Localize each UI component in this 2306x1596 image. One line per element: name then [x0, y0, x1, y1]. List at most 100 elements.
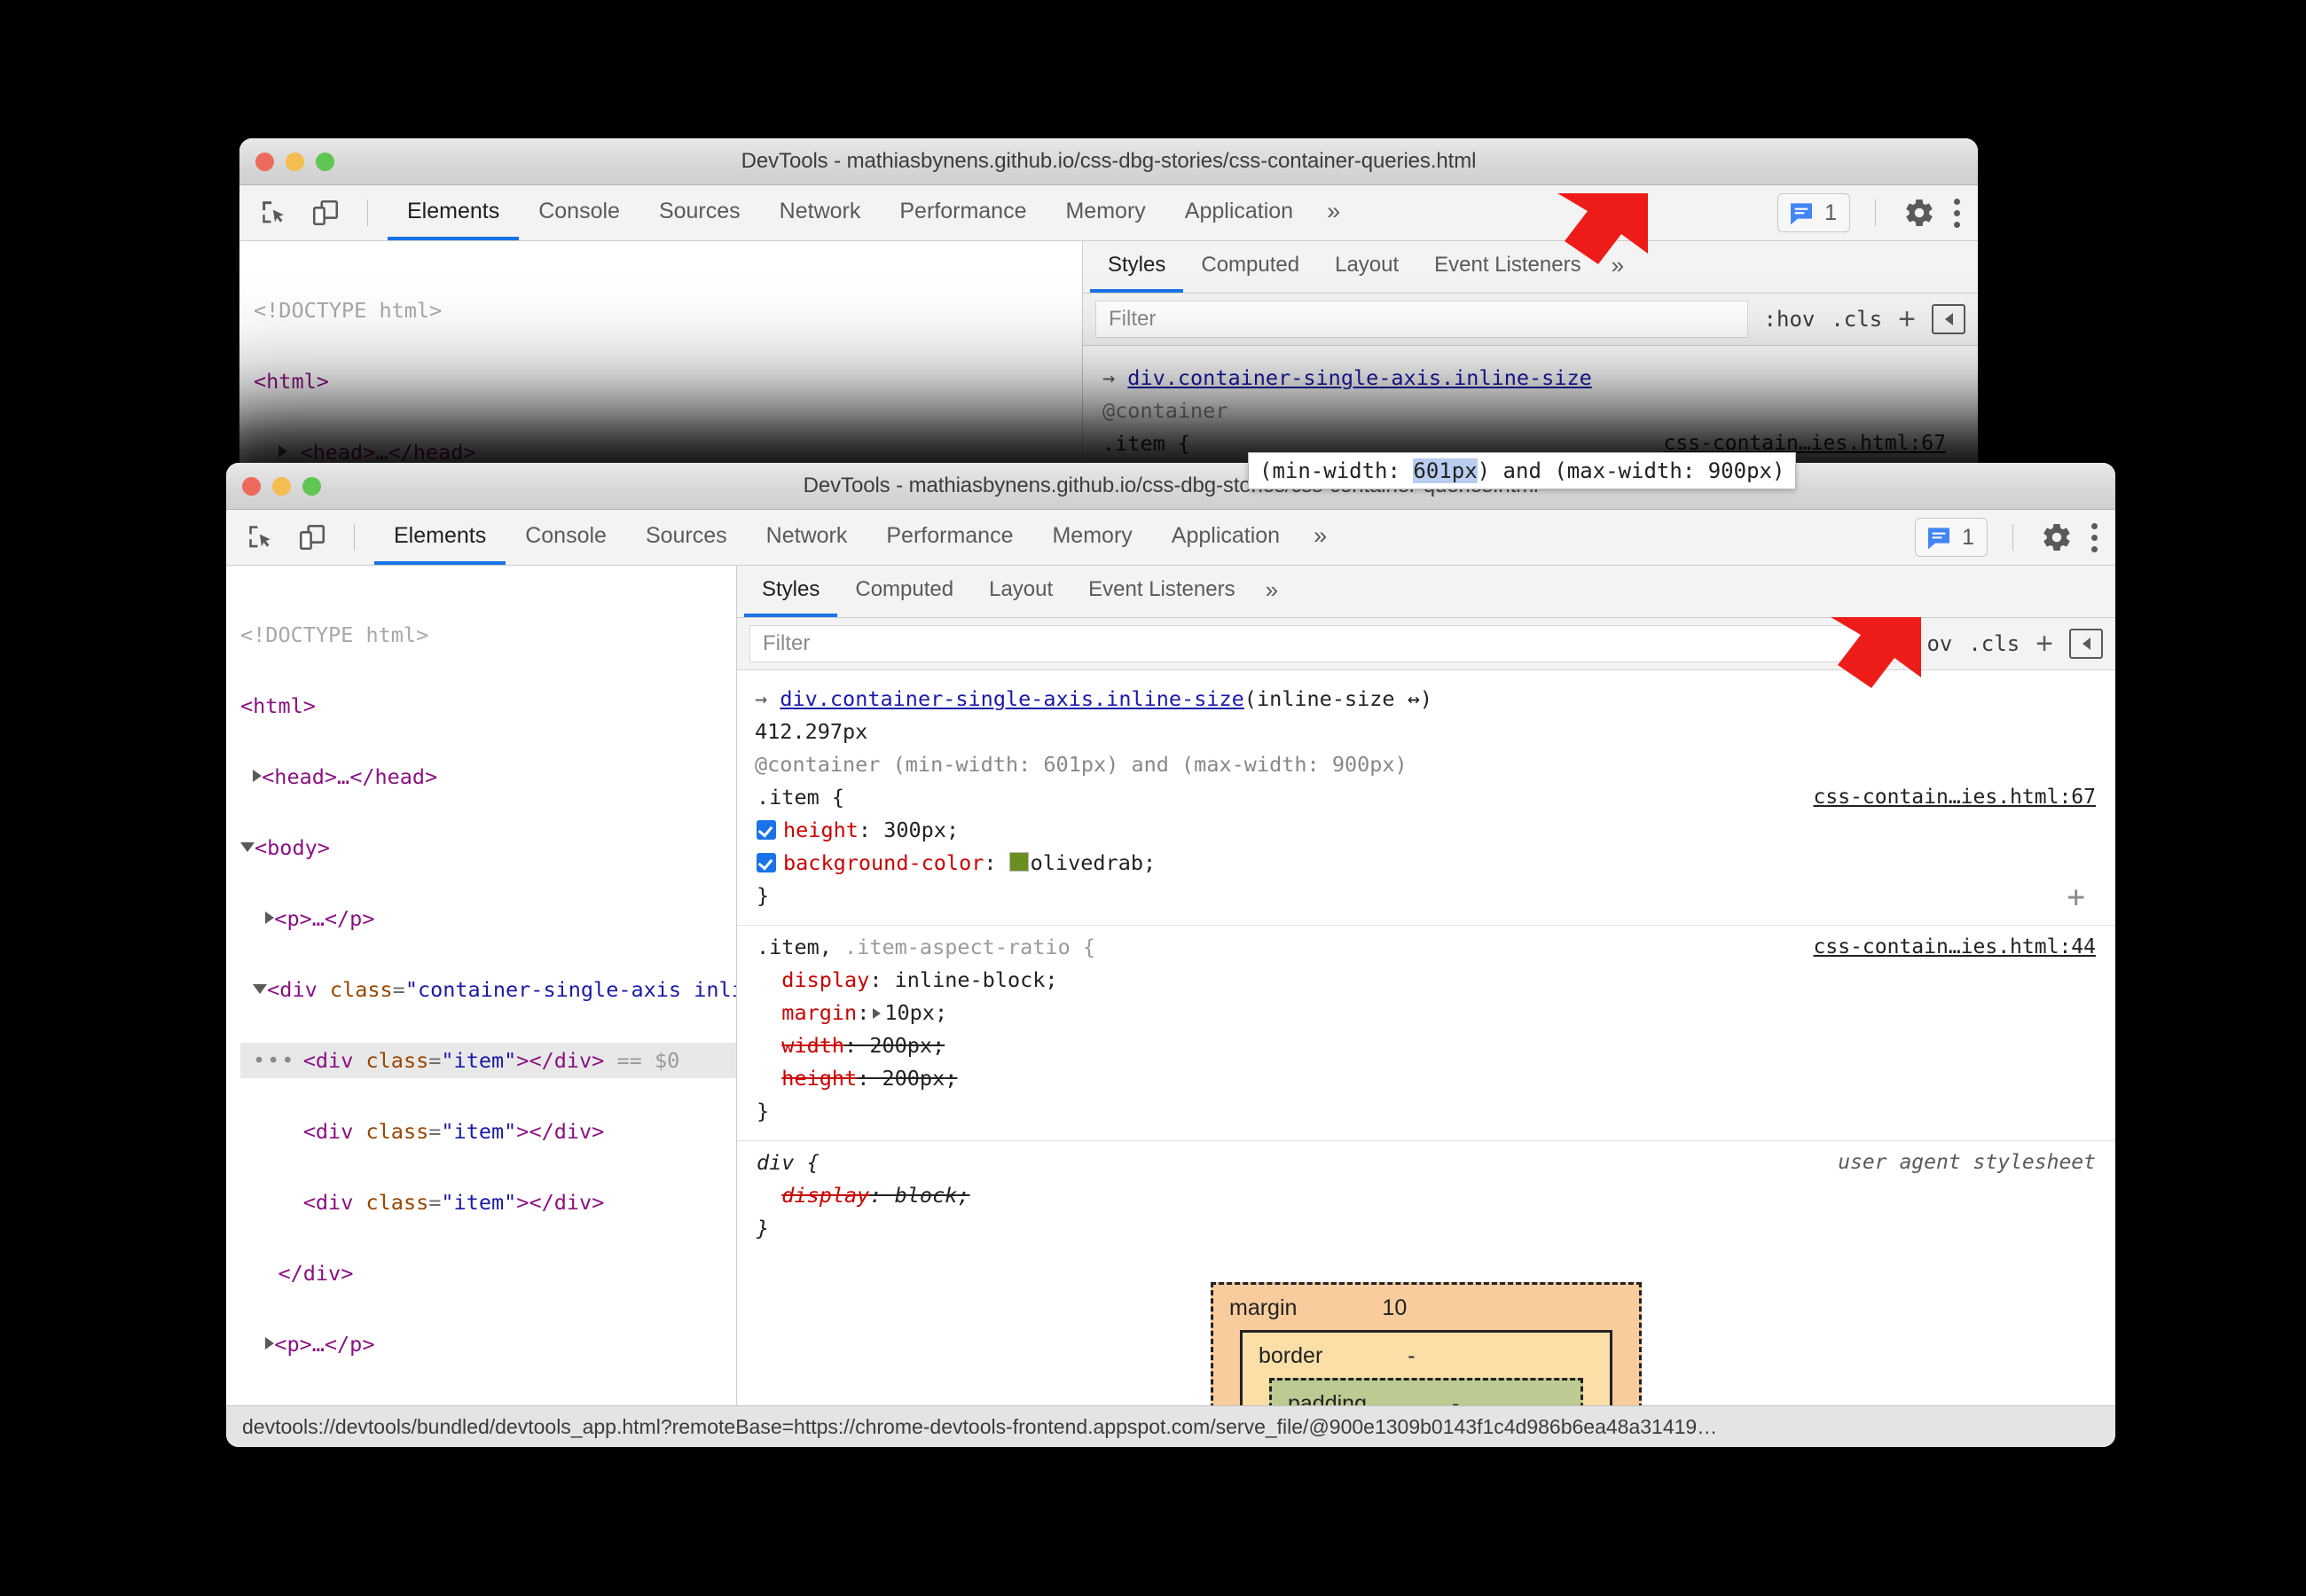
front-dom-tree-pane[interactable]: <!DOCTYPE html> <html> <head>…</head> <b…	[226, 566, 736, 1447]
new-style-rule-button[interactable]: +	[1898, 304, 1916, 334]
inherited-from-line[interactable]: → div.container-single-axis.inline-size	[1102, 362, 1958, 395]
rule-selector-line[interactable]: .item, .item-aspect-ratio { css-contain……	[757, 931, 2096, 964]
more-subtabs-chevron-icon[interactable]: »	[1253, 566, 1290, 617]
subtab-layout[interactable]: Layout	[971, 566, 1071, 617]
tab-network[interactable]: Network	[760, 185, 881, 240]
dom-line-head[interactable]: <head>…</head>	[240, 759, 736, 794]
message-count-badge[interactable]: 1	[1777, 193, 1850, 232]
tab-memory[interactable]: Memory	[1046, 185, 1165, 240]
rule-selector-line[interactable]: div { user agent stylesheet	[757, 1146, 2096, 1179]
dom-line-container-inline-size[interactable]: <div class="container-single-axis inline…	[240, 972, 736, 1007]
expand-shorthand-triangle-icon[interactable]	[873, 1008, 882, 1019]
declaration-property[interactable]: width	[781, 1033, 844, 1058]
dom-line-p2[interactable]: <p>…</p>	[240, 1326, 736, 1362]
rule-selector-line[interactable]: .item { css-contain…ies.html:67	[757, 781, 2096, 814]
dom-line-html-open[interactable]: <html>	[240, 688, 736, 724]
rule-origin-link[interactable]: css-contain…ies.html:67	[1814, 781, 2097, 814]
collapse-triangle-icon[interactable]	[253, 984, 268, 994]
declaration-value[interactable]: inline-block	[895, 967, 1046, 992]
more-tabs-chevron-icon[interactable]: »	[1313, 185, 1354, 240]
declaration-property[interactable]: margin	[781, 1000, 857, 1025]
tab-performance[interactable]: Performance	[880, 185, 1046, 240]
tab-performance[interactable]: Performance	[867, 510, 1032, 565]
computed-sidebar-toggle-icon[interactable]	[2069, 629, 2103, 659]
tab-memory[interactable]: Memory	[1032, 510, 1151, 565]
new-style-rule-button[interactable]: +	[2035, 629, 2053, 659]
more-options-kebab-icon[interactable]	[2091, 522, 2098, 552]
inspect-element-icon[interactable]	[255, 194, 293, 231]
declaration-value[interactable]: 10px	[884, 1000, 935, 1025]
toggle-element-classes-button[interactable]: .cls	[1968, 631, 2020, 656]
inspect-element-icon[interactable]	[242, 519, 279, 556]
front-styles-subtabs[interactable]: Styles Computed Layout Event Listeners »	[737, 566, 2115, 618]
color-swatch-icon[interactable]	[1008, 852, 1029, 872]
declaration-property[interactable]: height	[783, 818, 859, 842]
tab-console[interactable]: Console	[506, 510, 626, 565]
container-selector-link[interactable]: div.container-single-axis.inline-size	[780, 686, 1243, 711]
subtab-styles[interactable]: Styles	[1090, 241, 1184, 293]
tab-elements[interactable]: Elements	[388, 185, 520, 240]
declaration-row[interactable]: display: block;	[757, 1179, 2096, 1212]
dom-line-html-open[interactable]: <html>	[254, 364, 1082, 399]
message-count-badge[interactable]: 1	[1915, 518, 1988, 557]
declaration-value[interactable]: 200px	[882, 1066, 945, 1091]
collapse-triangle-icon[interactable]	[240, 842, 255, 852]
front-panel-tabs[interactable]: Elements Console Sources Network Perform…	[374, 510, 1341, 565]
tab-sources[interactable]: Sources	[626, 510, 747, 565]
computed-sidebar-toggle-icon[interactable]	[1932, 304, 1965, 334]
gear-icon[interactable]	[2038, 519, 2075, 556]
dom-line-body-open[interactable]: <body>	[240, 830, 736, 865]
tab-application[interactable]: Application	[1165, 185, 1313, 240]
declaration-row[interactable]: background-color: olivedrab;	[757, 847, 2096, 880]
box-model-margin-value[interactable]: 10	[1382, 1292, 1407, 1325]
subtab-computed[interactable]: Computed	[837, 566, 971, 617]
styles-filter-input[interactable]: Filter	[749, 625, 1911, 662]
rule-origin-link[interactable]: css-contain…ies.html:44	[1814, 931, 2097, 964]
tab-console[interactable]: Console	[519, 185, 639, 240]
more-options-kebab-icon[interactable]	[1954, 198, 1960, 228]
subtab-styles[interactable]: Styles	[744, 566, 838, 617]
expand-triangle-icon[interactable]	[278, 445, 288, 458]
declaration-value[interactable]: olivedrab	[1031, 850, 1143, 875]
declaration-row[interactable]: height: 200px;	[757, 1062, 2096, 1095]
subtab-computed[interactable]: Computed	[1183, 241, 1317, 293]
declaration-value[interactable]: 300px	[883, 818, 946, 842]
declaration-row[interactable]: height: 300px;	[757, 814, 2096, 847]
declaration-row[interactable]: display: inline-block;	[757, 964, 2096, 997]
toggle-pseudo-states-button[interactable]: :hov	[1764, 307, 1816, 332]
tab-sources[interactable]: Sources	[639, 185, 760, 240]
dom-line-item[interactable]: <div class="item"></div>	[240, 1185, 736, 1220]
declaration-row[interactable]: margin: 10px;	[757, 997, 2096, 1029]
dom-line-item[interactable]: <div class="item"></div>	[240, 1114, 736, 1149]
node-more-icon[interactable]: •••	[253, 1043, 295, 1078]
dom-line-item-selected[interactable]: ••• <div class="item"></div> == $0	[240, 1043, 736, 1078]
device-toolbar-icon[interactable]	[307, 194, 344, 231]
declaration-property[interactable]: display	[781, 1183, 869, 1208]
toggle-element-classes-button[interactable]: .cls	[1831, 307, 1882, 332]
declaration-value[interactable]: 200px	[869, 1033, 932, 1058]
gear-icon[interactable]	[1901, 194, 1938, 231]
declaration-property[interactable]: display	[781, 967, 869, 992]
add-declaration-button[interactable]: +	[2067, 881, 2085, 914]
subtab-layout[interactable]: Layout	[1317, 241, 1416, 293]
front-dom-tree[interactable]: <!DOCTYPE html> <html> <head>…</head> <b…	[226, 566, 736, 1447]
tab-application[interactable]: Application	[1152, 510, 1299, 565]
css-rule-item[interactable]: div { user agent stylesheet display: blo…	[737, 1140, 2115, 1257]
box-model-border-value[interactable]: -	[1408, 1340, 1415, 1373]
declaration-row[interactable]: width: 200px;	[757, 1029, 2096, 1062]
declaration-value[interactable]: block	[895, 1183, 958, 1208]
css-rule-item[interactable]: .item, .item-aspect-ratio { css-contain……	[737, 925, 2115, 1140]
tab-network[interactable]: Network	[747, 510, 867, 565]
declaration-checkbox[interactable]	[757, 820, 776, 840]
styles-filter-input[interactable]: Filter	[1095, 301, 1748, 338]
more-tabs-chevron-icon[interactable]: »	[1299, 510, 1341, 565]
subtab-event-listeners[interactable]: Event Listeners	[1071, 566, 1252, 617]
declaration-property[interactable]: height	[781, 1066, 857, 1091]
declaration-property[interactable]: background-color	[783, 850, 984, 875]
back-panel-tabs[interactable]: Elements Console Sources Network Perform…	[388, 185, 1354, 240]
device-toolbar-icon[interactable]	[294, 519, 331, 556]
expand-triangle-icon[interactable]	[253, 770, 263, 782]
declaration-checkbox[interactable]	[757, 853, 776, 872]
css-rule-item[interactable]: .item { css-contain…ies.html:67 height: …	[737, 781, 2115, 925]
front-devtools-window[interactable]: DevTools - mathiasbynens.github.io/css-d…	[226, 463, 2115, 1447]
